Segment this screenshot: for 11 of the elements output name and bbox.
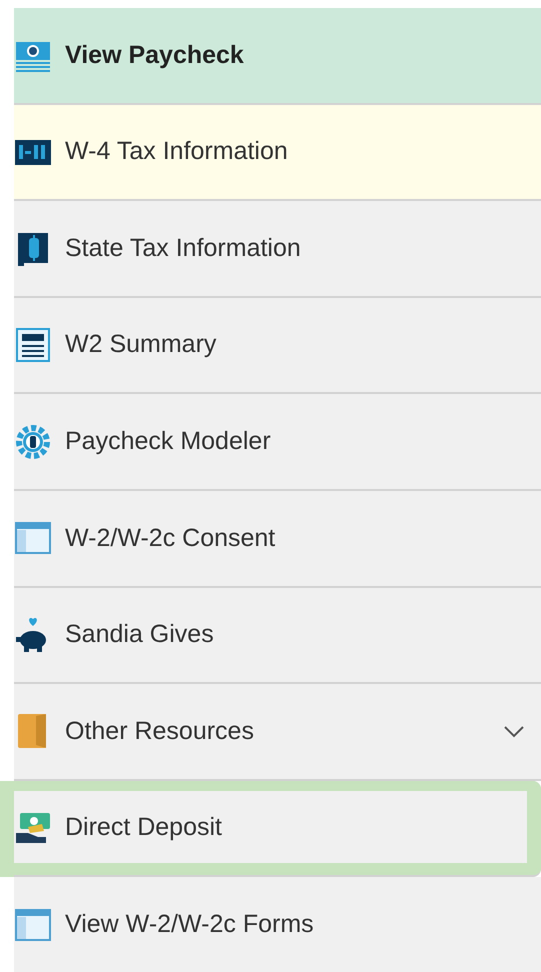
- menu-item[interactable]: W-2/W-2c Consent: [14, 490, 541, 588]
- menu-item[interactable]: Paycheck Modeler: [14, 394, 541, 491]
- menu-item[interactable]: W-4 Tax Information: [14, 104, 541, 202]
- menu-item[interactable]: View Paycheck: [14, 8, 541, 105]
- menu-item[interactable]: Sandia Gives: [14, 588, 541, 684]
- menu-item[interactable]: View W-2/W-2c Forms: [14, 877, 541, 972]
- chevron-icon[interactable]: [503, 724, 525, 738]
- menu-item[interactable]: Other Resources: [14, 684, 541, 781]
- document-icon: [14, 326, 52, 364]
- menu-item[interactable]: W2 Summary: [14, 298, 541, 394]
- menu-item[interactable]: State Tax Information: [14, 201, 541, 298]
